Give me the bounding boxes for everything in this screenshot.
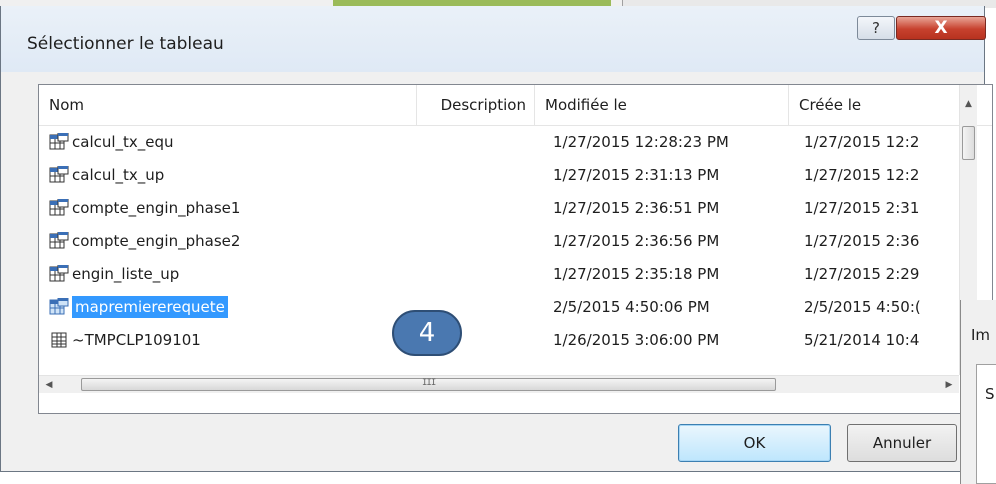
row-created: 1/27/2015 2:31 — [804, 199, 920, 217]
row-modified: 1/27/2015 12:28:23 PM — [553, 133, 729, 151]
row-name: calcul_tx_equ — [72, 133, 174, 151]
row-name: mapremiererequete — [72, 296, 228, 318]
query-icon — [49, 298, 69, 315]
select-table-dialog: Sélectionner le tableau ? X Nom Descript… — [0, 6, 993, 472]
row-modified: 2/5/2015 4:50:06 PM — [553, 298, 710, 316]
column-header-name[interactable]: Nom — [39, 85, 417, 125]
list-item[interactable]: engin_liste_up 1/27/2015 2:35:18 PM 1/27… — [39, 258, 959, 291]
list-item[interactable]: ~TMPCLP109101 1/26/2015 3:06:00 PM 5/21/… — [39, 324, 959, 357]
scroll-grip-icon: III — [422, 378, 436, 388]
row-created: 1/27/2015 12:2 — [804, 166, 920, 184]
row-created: 1/27/2015 2:29 — [804, 265, 920, 283]
step-number-badge: 4 — [392, 310, 462, 356]
cancel-button[interactable]: Annuler — [847, 424, 957, 462]
list-item[interactable]: compte_engin_phase1 1/27/2015 2:36:51 PM… — [39, 192, 959, 225]
dialog-title: Sélectionner le tableau — [27, 34, 224, 54]
background-dialog: Im S — [960, 300, 996, 484]
row-modified: 1/26/2015 3:06:00 PM — [553, 331, 720, 349]
row-name: compte_engin_phase2 — [72, 232, 241, 250]
list-item[interactable]: calcul_tx_equ 1/27/2015 12:28:23 PM 1/27… — [39, 126, 959, 159]
list-rows: calcul_tx_equ 1/27/2015 12:28:23 PM 1/27… — [39, 126, 959, 376]
row-name: compte_engin_phase1 — [72, 199, 241, 217]
column-header-description[interactable]: Description — [417, 85, 535, 125]
row-name: calcul_tx_up — [72, 166, 165, 184]
row-modified: 1/27/2015 2:35:18 PM — [553, 265, 720, 283]
column-header-created[interactable]: Créée le — [789, 85, 959, 125]
ok-button[interactable]: OK — [678, 424, 831, 462]
query-icon — [49, 232, 69, 249]
row-created: 5/21/2014 10:4 — [804, 331, 920, 349]
scroll-right-icon[interactable]: ▶ — [941, 376, 957, 393]
list-item-selected[interactable]: mapremiererequete 2/5/2015 4:50:06 PM 2/… — [39, 291, 959, 324]
row-modified: 1/27/2015 2:36:51 PM — [553, 199, 720, 217]
table-icon — [51, 332, 67, 348]
row-created: 2/5/2015 4:50:( — [804, 298, 921, 316]
query-icon — [49, 265, 69, 282]
row-name: ~TMPCLP109101 — [72, 331, 201, 349]
query-icon — [49, 199, 69, 216]
horizontal-scrollbar[interactable]: ◀ III ▶ — [39, 375, 959, 393]
column-header-modified[interactable]: Modifiée le — [535, 85, 789, 125]
close-button[interactable]: X — [896, 16, 986, 40]
row-created: 1/27/2015 2:36 — [804, 232, 920, 250]
scroll-left-icon[interactable]: ◀ — [41, 376, 57, 393]
list-header: Nom Description Modifiée le Créée le — [39, 85, 992, 126]
row-name: engin_liste_up — [72, 265, 180, 283]
background-dialog-panel: S — [976, 364, 996, 484]
horizontal-scroll-thumb[interactable]: III — [81, 378, 776, 391]
row-modified: 1/27/2015 2:31:13 PM — [553, 166, 720, 184]
title-bar: Sélectionner le tableau ? X — [1, 6, 986, 72]
row-created: 1/27/2015 12:2 — [804, 133, 920, 151]
scroll-up-icon[interactable]: ▲ — [960, 85, 977, 123]
background-dialog-title: Im — [971, 326, 991, 344]
query-icon — [49, 166, 69, 183]
list-item[interactable]: compte_engin_phase2 1/27/2015 2:36:56 PM… — [39, 225, 959, 258]
list-item[interactable]: calcul_tx_up 1/27/2015 2:31:13 PM 1/27/2… — [39, 159, 959, 192]
help-button[interactable]: ? — [857, 16, 895, 40]
vertical-scroll-thumb[interactable] — [962, 126, 975, 160]
row-modified: 1/27/2015 2:36:56 PM — [553, 232, 720, 250]
table-list: Nom Description Modifiée le Créée le cal… — [38, 84, 993, 414]
background-dialog-label: S — [985, 385, 995, 403]
query-icon — [49, 133, 69, 150]
